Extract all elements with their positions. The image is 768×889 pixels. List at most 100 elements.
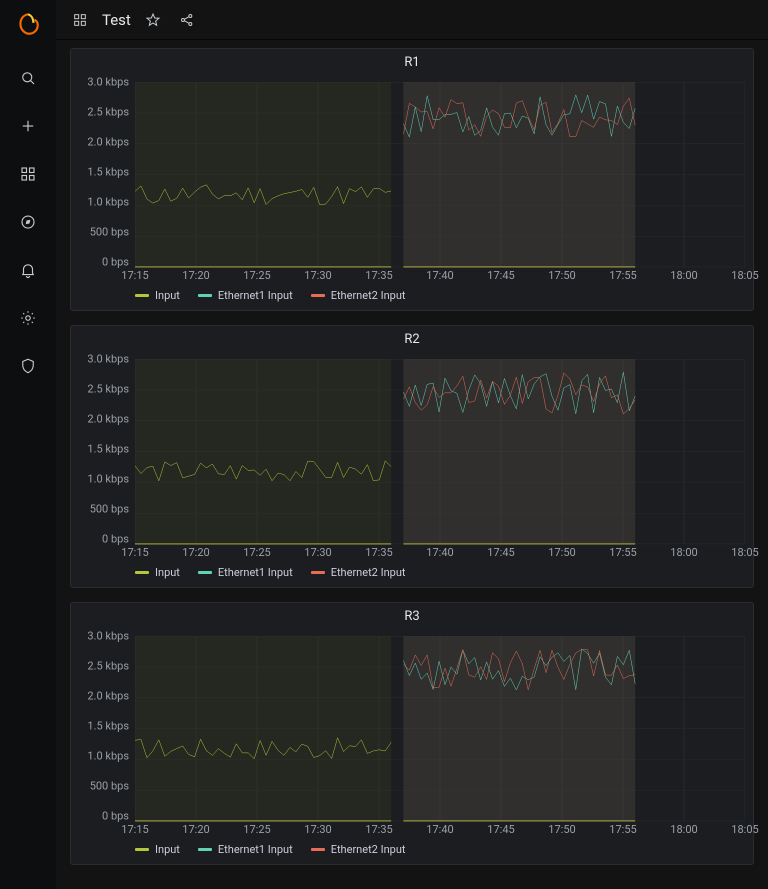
panel-title: R1 (79, 53, 745, 74)
x-tick-label: 17:45 (487, 546, 514, 559)
legend-swatch (198, 848, 212, 851)
x-tick-label: 17:15 (121, 823, 148, 836)
dashboards-icon[interactable] (12, 158, 44, 190)
legend-label: Ethernet2 Input (331, 843, 406, 856)
y-tick-label: 3.0 kbps (87, 76, 129, 89)
y-axis: 0 bps500 bps1.0 kbps1.5 kbps2.0 kbps2.5 … (79, 351, 135, 546)
legend-label: Ethernet2 Input (331, 289, 406, 302)
legend-swatch (135, 571, 149, 574)
legend-item-eth2[interactable]: Ethernet2 Input (311, 566, 406, 579)
panels-container: R1 0 bps 500 bps 1.0 kbps 1.5 kbps 2.0 kbps 2.… (56, 40, 768, 889)
share-icon[interactable] (175, 8, 199, 32)
legend-label: Ethernet2 Input (331, 566, 406, 579)
panel-r1[interactable]: R10 bps500 bps1.0 kbps1.5 kbps2.0 kbps2.… (70, 48, 754, 311)
y-tick-label: 2.0 kbps (87, 136, 129, 149)
legend-item-eth1[interactable]: Ethernet1 Input (198, 289, 293, 302)
legend-swatch (311, 571, 325, 574)
legend-label: Input (155, 566, 180, 579)
y-tick-label: 2.5 kbps (87, 383, 129, 396)
gear-icon[interactable] (12, 302, 44, 334)
plus-icon[interactable] (12, 110, 44, 142)
x-tick-label: 17:50 (548, 546, 575, 559)
legend-label: Input (155, 289, 180, 302)
y-tick-label: 3.0 kbps (87, 353, 129, 366)
y-tick-label: 3.0 kbps (87, 630, 129, 643)
x-tick-label: 17:55 (609, 823, 636, 836)
sidebar (0, 0, 56, 889)
x-tick-label: 17:15 (121, 269, 148, 282)
x-tick-label: 17:25 (243, 269, 270, 282)
y-tick-label: 1.0 kbps (87, 473, 129, 486)
x-tick-label: 18:05 (731, 823, 758, 836)
dashboards-nav-icon[interactable] (68, 8, 92, 32)
legend-item-input[interactable]: Input (135, 566, 180, 579)
legend-swatch (311, 294, 325, 297)
x-tick-label: 17:50 (548, 269, 575, 282)
panel-title: R3 (79, 607, 745, 628)
x-tick-label: 17:30 (304, 823, 331, 836)
alerting-icon[interactable] (12, 254, 44, 286)
main: Test R1 0 bps 500 bps 1.0 kbps 1.5 kbps 2.0 k… (56, 0, 768, 889)
y-tick-label: 0 bps (102, 533, 129, 546)
plot[interactable] (135, 628, 745, 823)
y-tick-label: 2.5 kbps (87, 660, 129, 673)
y-tick-label: 1.0 kbps (87, 196, 129, 209)
y-tick-label: 1.5 kbps (87, 720, 129, 733)
plot[interactable] (135, 351, 745, 546)
y-axis: 0 bps500 bps1.0 kbps1.5 kbps2.0 kbps2.5 … (79, 74, 135, 269)
legend-item-input[interactable]: Input (135, 289, 180, 302)
x-tick-label: 17:50 (548, 823, 575, 836)
legend-item-eth2[interactable]: Ethernet2 Input (311, 289, 406, 302)
legend: Input Ethernet1 Input Ethernet2 Input (135, 566, 745, 579)
shield-icon[interactable] (12, 350, 44, 382)
y-tick-label: 0 bps (102, 810, 129, 823)
grafana-logo[interactable] (14, 10, 42, 38)
legend-item-eth2[interactable]: Ethernet2 Input (311, 843, 406, 856)
y-tick-label: 500 bps (90, 503, 129, 516)
explore-icon[interactable] (12, 206, 44, 238)
x-tick-label: 17:40 (426, 823, 453, 836)
legend: Input Ethernet1 Input Ethernet2 Input (135, 289, 745, 302)
legend-label: Ethernet1 Input (218, 566, 293, 579)
legend-swatch (311, 848, 325, 851)
x-tick-label: 17:25 (243, 823, 270, 836)
chart-area[interactable]: 0 bps500 bps1.0 kbps1.5 kbps2.0 kbps2.5 … (79, 351, 745, 546)
chart-area[interactable]: 0 bps500 bps1.0 kbps1.5 kbps2.0 kbps2.5 … (79, 628, 745, 823)
x-tick-label: 17:40 (426, 546, 453, 559)
legend-swatch (135, 294, 149, 297)
star-icon[interactable] (141, 8, 165, 32)
panel-r2[interactable]: R20 bps500 bps1.0 kbps1.5 kbps2.0 kbps2.… (70, 325, 754, 588)
legend-item-eth1[interactable]: Ethernet1 Input (198, 566, 293, 579)
legend-swatch (135, 848, 149, 851)
y-tick-label: 0 bps (102, 256, 129, 269)
plot[interactable] (135, 74, 745, 269)
x-tick-label: 18:00 (670, 269, 697, 282)
dashboard-title[interactable]: Test (102, 11, 131, 29)
legend-item-eth1[interactable]: Ethernet1 Input (198, 843, 293, 856)
x-tick-label: 17:20 (182, 823, 209, 836)
y-tick-label: 500 bps (90, 780, 129, 793)
chart-area[interactable]: 0 bps500 bps1.0 kbps1.5 kbps2.0 kbps2.5 … (79, 74, 745, 269)
x-tick-label: 17:55 (609, 546, 636, 559)
legend-item-input[interactable]: Input (135, 843, 180, 856)
x-tick-label: 17:45 (487, 269, 514, 282)
y-tick-label: 2.5 kbps (87, 106, 129, 119)
y-tick-label: 1.5 kbps (87, 443, 129, 456)
toolbar: Test (56, 0, 768, 40)
legend-label: Ethernet1 Input (218, 289, 293, 302)
x-tick-label: 17:30 (304, 269, 331, 282)
legend-swatch (198, 571, 212, 574)
x-tick-label: 17:40 (426, 269, 453, 282)
panel-r3[interactable]: R30 bps500 bps1.0 kbps1.5 kbps2.0 kbps2.… (70, 602, 754, 865)
x-tick-label: 17:15 (121, 546, 148, 559)
legend-swatch (198, 294, 212, 297)
x-tick-label: 17:35 (365, 546, 392, 559)
search-icon[interactable] (12, 62, 44, 94)
x-tick-label: 17:30 (304, 546, 331, 559)
x-tick-label: 17:35 (365, 269, 392, 282)
legend-label: Input (155, 843, 180, 856)
panel-title: R2 (79, 330, 745, 351)
x-tick-label: 17:35 (365, 823, 392, 836)
y-tick-label: 1.0 kbps (87, 750, 129, 763)
x-tick-label: 18:05 (731, 269, 758, 282)
